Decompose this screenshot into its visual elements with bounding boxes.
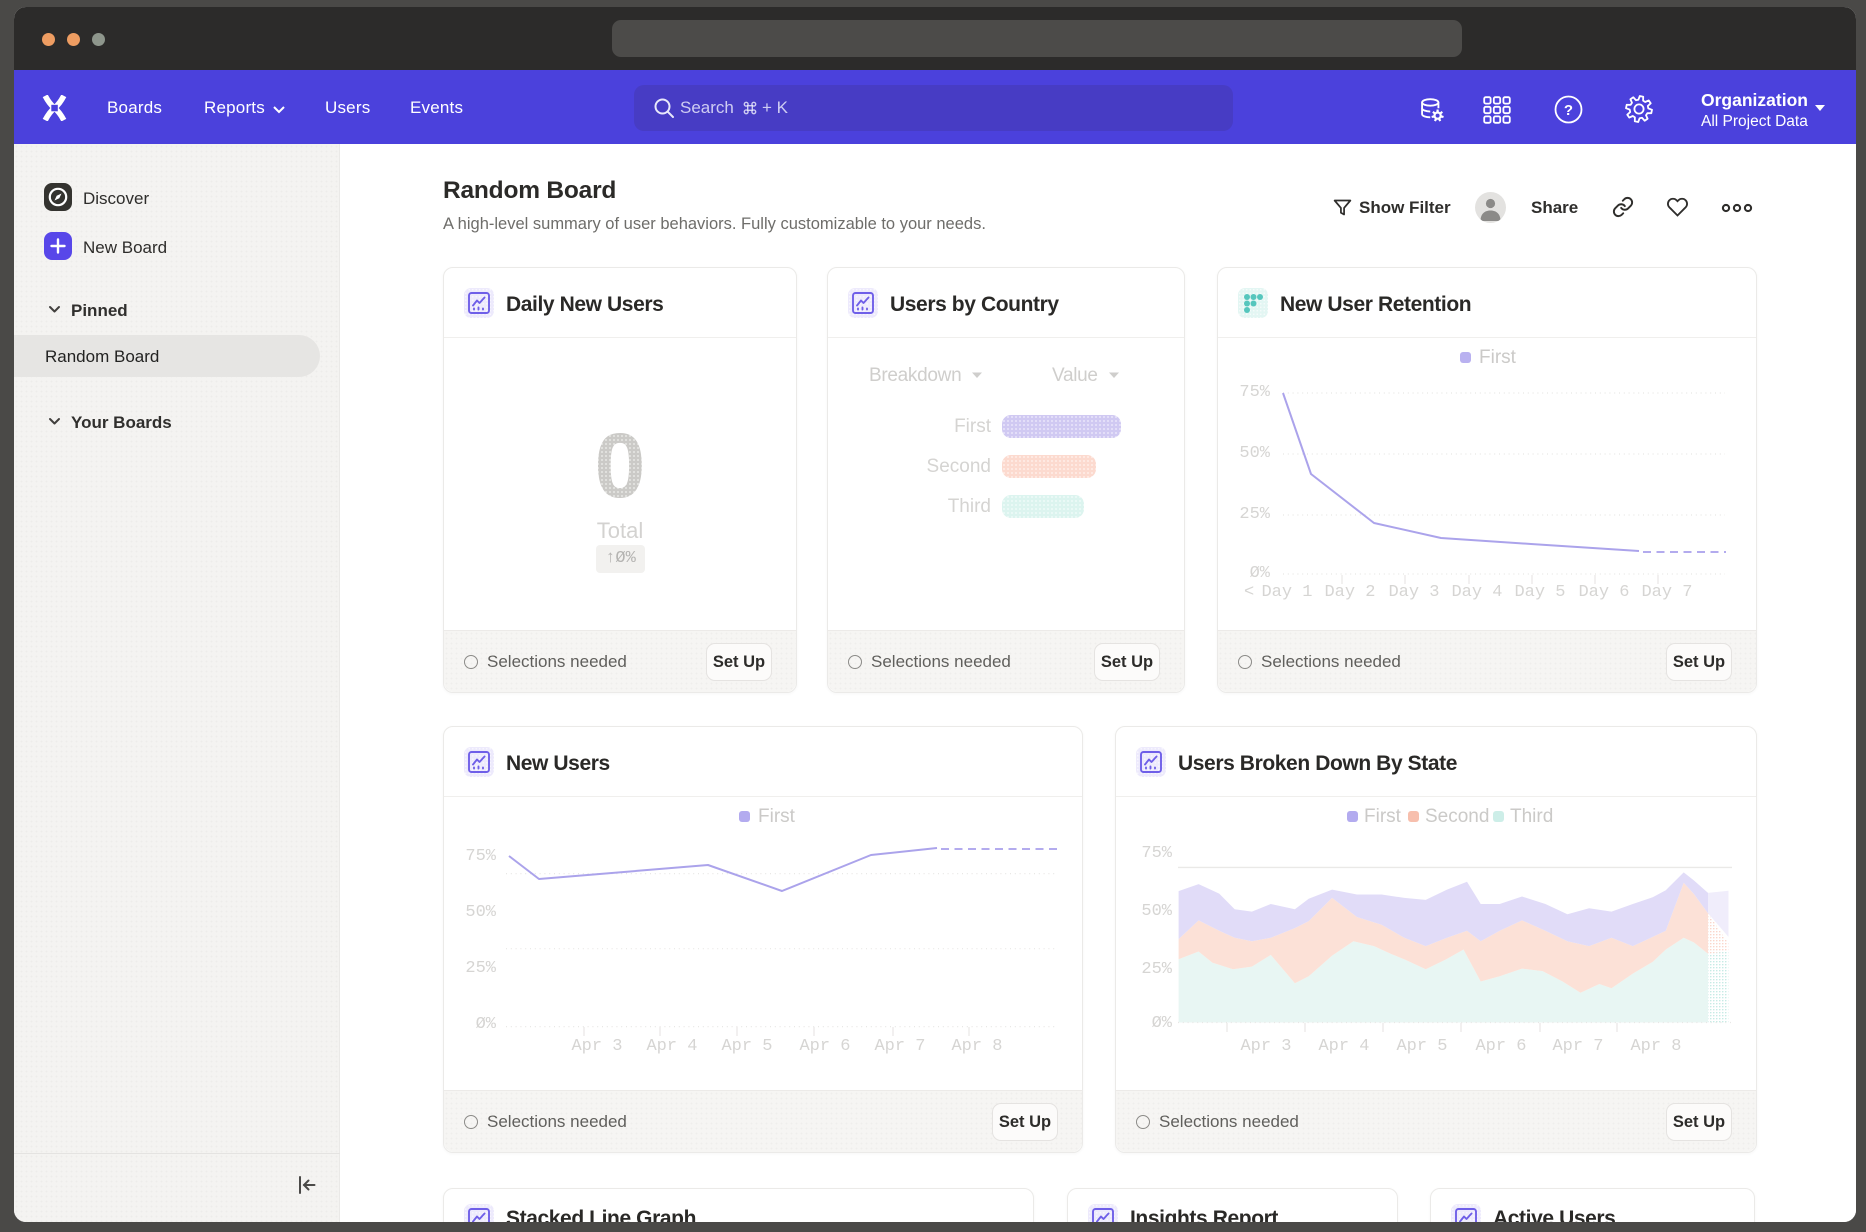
svg-text:?: ? — [1564, 102, 1573, 119]
